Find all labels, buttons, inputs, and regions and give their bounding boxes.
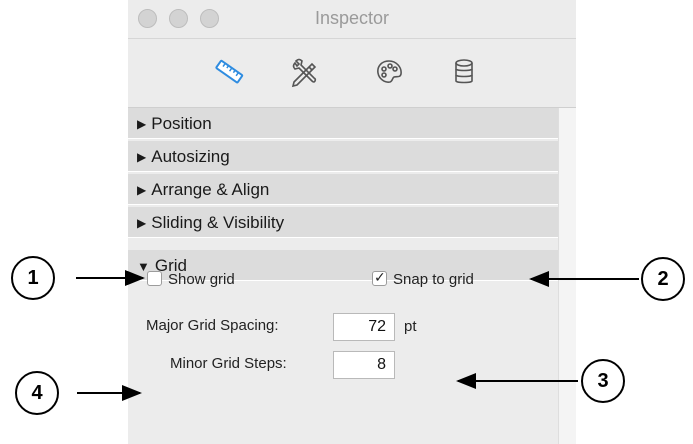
- callout-2: 2: [641, 257, 685, 301]
- callout-3: 3: [581, 359, 625, 403]
- callout-4: 4: [15, 371, 59, 415]
- callout-1: 1: [11, 256, 55, 300]
